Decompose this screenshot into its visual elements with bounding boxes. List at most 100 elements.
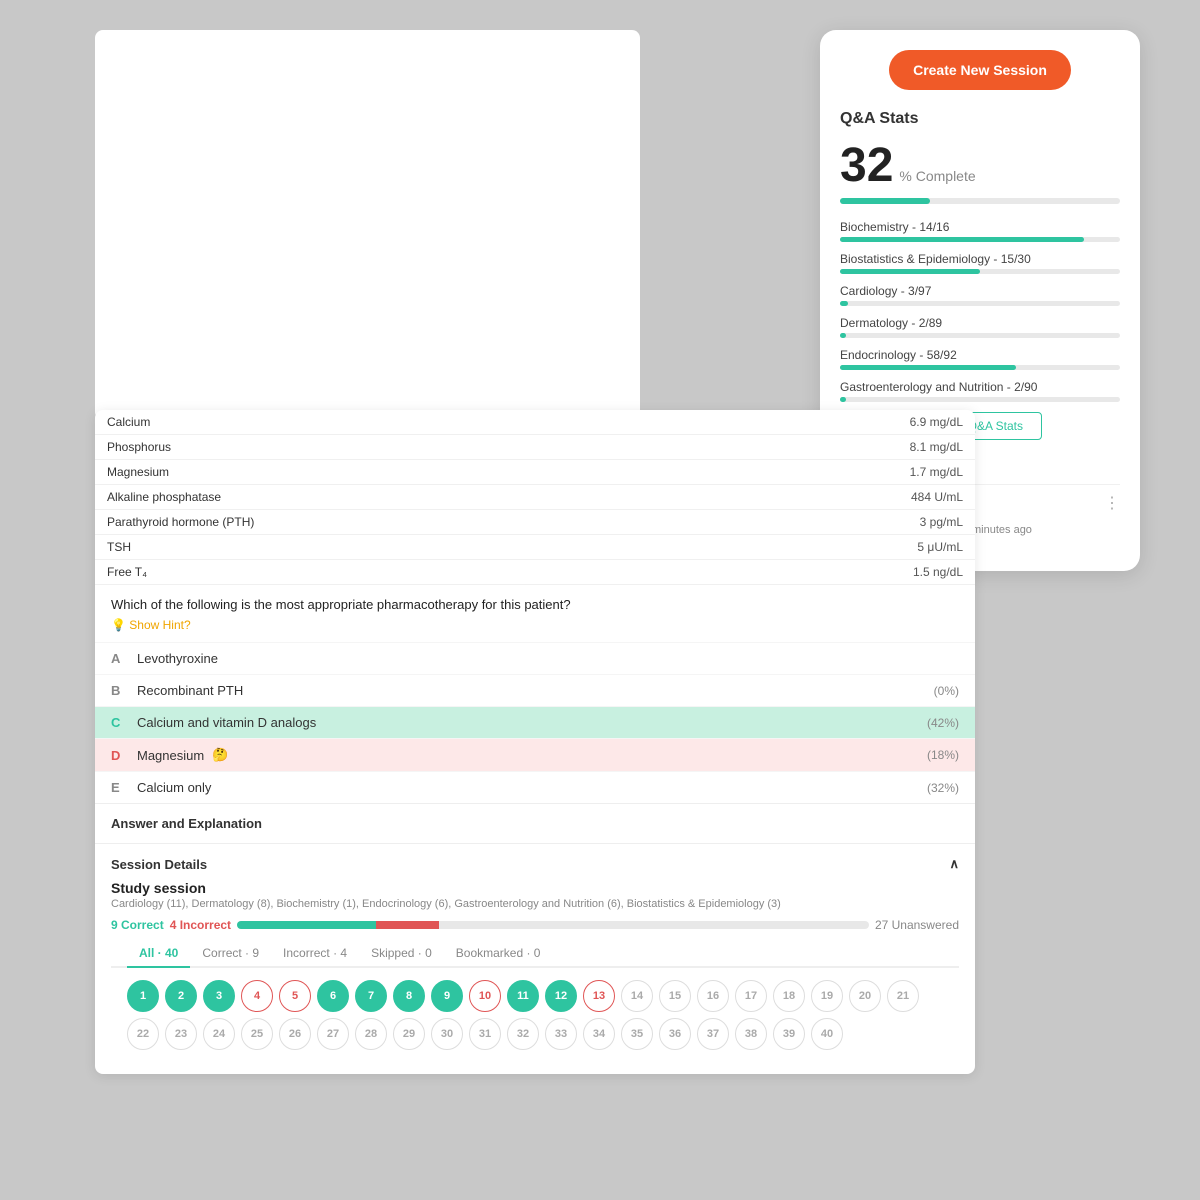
percent-number: 32	[840, 142, 893, 190]
session-details-section: Session Details ∧ Study session Cardiolo…	[95, 843, 975, 1074]
option-emoji: 🤔	[212, 747, 228, 763]
question-number[interactable]: 25	[241, 1018, 273, 1050]
option-pct: (0%)	[934, 684, 959, 698]
question-number[interactable]: 4	[241, 980, 273, 1012]
question-number[interactable]: 5	[279, 980, 311, 1012]
question-number[interactable]: 28	[355, 1018, 387, 1050]
unanswered-label: 27 Unanswered	[875, 918, 959, 932]
stats-title: Q&A Stats	[840, 110, 1120, 128]
lab-value: 8.1 mg/dL	[701, 435, 975, 460]
question-number[interactable]: 16	[697, 980, 729, 1012]
subject-bar-fill	[840, 269, 980, 274]
question-number[interactable]: 31	[469, 1018, 501, 1050]
subject-bar-bg	[840, 237, 1120, 242]
session-details-title: Study session	[111, 880, 959, 896]
lab-name: Calcium	[95, 410, 701, 435]
hint-label: Show Hint?	[129, 618, 190, 632]
lab-name: Parathyroid hormone (PTH)	[95, 510, 701, 535]
tab-item[interactable]: All · 40	[127, 940, 190, 968]
question-number[interactable]: 3	[203, 980, 235, 1012]
score-bar-track	[237, 921, 869, 929]
answer-option[interactable]: B Recombinant PTH (0%)	[95, 674, 975, 706]
subject-label: Biochemistry - 14/16	[840, 220, 1120, 234]
question-number[interactable]: 34	[583, 1018, 615, 1050]
lab-name: TSH	[95, 535, 701, 560]
question-number[interactable]: 37	[697, 1018, 729, 1050]
question-number[interactable]: 40	[811, 1018, 843, 1050]
question-number[interactable]: 15	[659, 980, 691, 1012]
question-number[interactable]: 36	[659, 1018, 691, 1050]
lab-row: Free T₄1.5 ng/dL	[95, 560, 975, 585]
question-number[interactable]: 20	[849, 980, 881, 1012]
question-number[interactable]: 33	[545, 1018, 577, 1050]
lab-row: Alkaline phosphatase484 U/mL	[95, 485, 975, 510]
question-number[interactable]: 27	[317, 1018, 349, 1050]
tab-item[interactable]: Correct · 9	[190, 940, 271, 968]
answer-option[interactable]: A Levothyroxine	[95, 642, 975, 674]
question-number[interactable]: 39	[773, 1018, 805, 1050]
question-number[interactable]: 35	[621, 1018, 653, 1050]
tab-item[interactable]: Bookmarked · 0	[444, 940, 553, 968]
lab-table: Calcium6.9 mg/dLPhosphorus8.1 mg/dLMagne…	[95, 410, 975, 585]
session-menu-icon[interactable]: ⋮	[1104, 493, 1120, 513]
lab-name: Phosphorus	[95, 435, 701, 460]
subject-item: Cardiology - 3/97	[840, 284, 1120, 306]
session-details-subtitle: Cardiology (11), Dermatology (8), Bioche…	[111, 898, 959, 910]
incorrect-label: 4 Incorrect	[170, 918, 231, 932]
answer-option[interactable]: D Magnesium 🤔 (18%)	[95, 738, 975, 771]
question-number[interactable]: 30	[431, 1018, 463, 1050]
question-number[interactable]: 13	[583, 980, 615, 1012]
question-number[interactable]: 24	[203, 1018, 235, 1050]
overall-progress-bar	[840, 198, 1120, 204]
hint-icon: 💡	[111, 618, 129, 632]
subject-bar-bg	[840, 301, 1120, 306]
question-number[interactable]: 32	[507, 1018, 539, 1050]
lab-name: Magnesium	[95, 460, 701, 485]
question-number[interactable]: 19	[811, 980, 843, 1012]
option-letter: A	[111, 651, 127, 666]
question-number[interactable]: 2	[165, 980, 197, 1012]
lab-value: 1.5 ng/dL	[701, 560, 975, 585]
question-number[interactable]: 18	[773, 980, 805, 1012]
answer-option[interactable]: C Calcium and vitamin D analogs (42%)	[95, 706, 975, 738]
create-session-button[interactable]: Create New Session	[889, 50, 1071, 90]
question-number[interactable]: 21	[887, 980, 919, 1012]
question-number[interactable]: 23	[165, 1018, 197, 1050]
question-number[interactable]: 22	[127, 1018, 159, 1050]
session-details-header[interactable]: Session Details ∧	[111, 856, 959, 872]
show-hint-link[interactable]: 💡 Show Hint?	[95, 618, 975, 642]
subject-label: Cardiology - 3/97	[840, 284, 1120, 298]
subject-bar-bg	[840, 269, 1120, 274]
lab-row: Magnesium1.7 mg/dL	[95, 460, 975, 485]
question-number[interactable]: 9	[431, 980, 463, 1012]
question-number[interactable]: 14	[621, 980, 653, 1012]
option-pct: (18%)	[927, 748, 959, 762]
question-number[interactable]: 12	[545, 980, 577, 1012]
option-text: Calcium and vitamin D analogs	[137, 715, 316, 730]
score-bar-correct-fill	[237, 921, 376, 929]
question-number[interactable]: 26	[279, 1018, 311, 1050]
subject-item: Gastroenterology and Nutrition - 2/90	[840, 380, 1120, 402]
question-number[interactable]: 6	[317, 980, 349, 1012]
question-number[interactable]: 29	[393, 1018, 425, 1050]
option-letter: D	[111, 748, 127, 763]
overall-progress-fill	[840, 198, 930, 204]
tab-item[interactable]: Skipped · 0	[359, 940, 444, 968]
lab-value: 1.7 mg/dL	[701, 460, 975, 485]
lab-row: Phosphorus8.1 mg/dL	[95, 435, 975, 460]
score-bar-row: 9 Correct 4 Incorrect 27 Unanswered	[111, 918, 959, 932]
subject-bar-fill	[840, 397, 846, 402]
subjects-list: Biochemistry - 14/16 Biostatistics & Epi…	[840, 220, 1120, 402]
question-number[interactable]: 11	[507, 980, 539, 1012]
answer-explanation-label: Answer and Explanation	[95, 803, 975, 843]
question-number[interactable]: 10	[469, 980, 501, 1012]
question-number[interactable]: 7	[355, 980, 387, 1012]
question-number[interactable]: 8	[393, 980, 425, 1012]
question-number[interactable]: 1	[127, 980, 159, 1012]
answer-option[interactable]: E Calcium only (32%)	[95, 771, 975, 803]
lab-row: Calcium6.9 mg/dL	[95, 410, 975, 435]
tab-item[interactable]: Incorrect · 4	[271, 940, 359, 968]
option-text: Magnesium	[137, 748, 204, 763]
question-number[interactable]: 38	[735, 1018, 767, 1050]
question-number[interactable]: 17	[735, 980, 767, 1012]
